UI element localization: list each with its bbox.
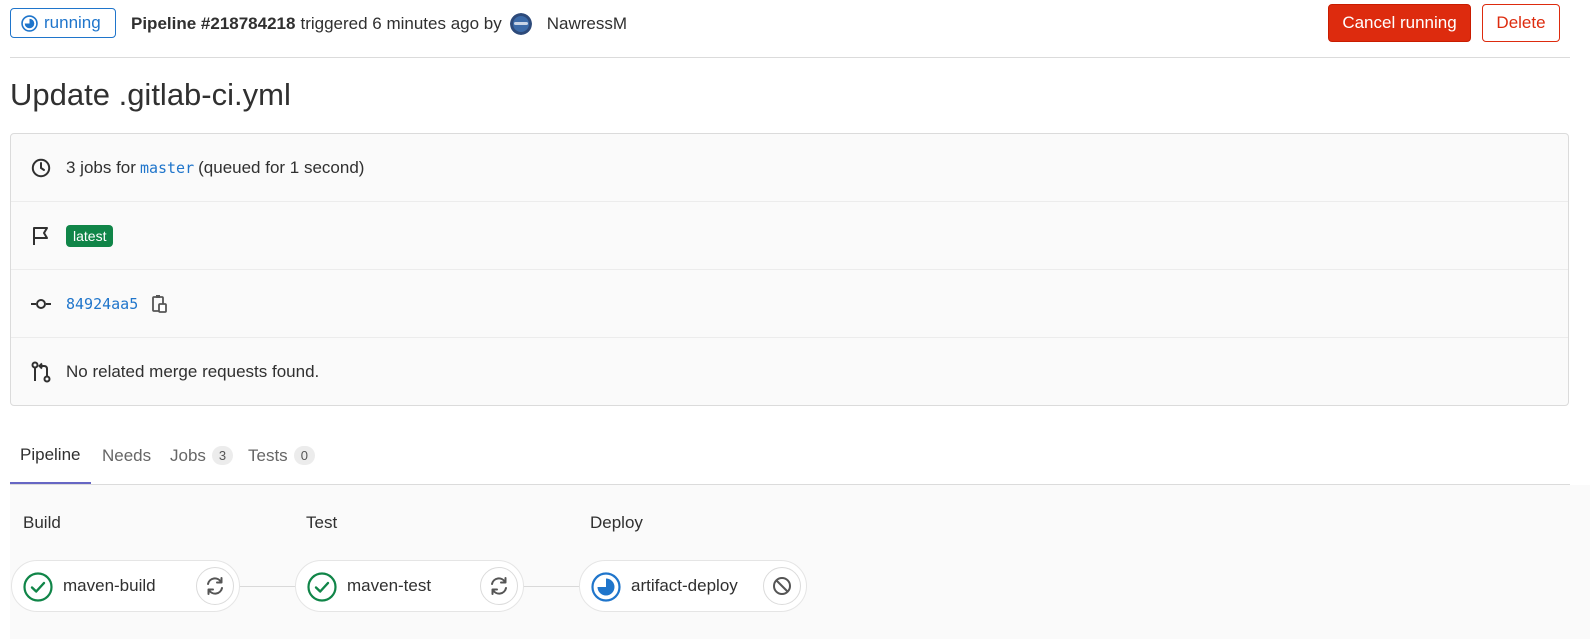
avatar[interactable] (509, 13, 532, 35)
cancel-job-button[interactable] (763, 567, 801, 605)
pipeline-tabs: Pipeline Needs Jobs 3 Tests 0 (10, 428, 1570, 485)
triggered-text: triggered 6 minutes ago by (300, 14, 502, 33)
job-name: maven-build (63, 576, 156, 595)
status-success-icon (23, 572, 53, 602)
job-maven-build[interactable]: maven-build (11, 560, 240, 612)
pipeline-graph: Build Test Deploy maven-build maven-test (10, 485, 1590, 639)
merge-requests-text: No related merge requests found. (66, 361, 320, 381)
stage-title-build: Build (23, 513, 61, 532)
tab-jobs[interactable]: Jobs 3 (170, 428, 234, 483)
merge-requests-row: No related merge requests found. (11, 338, 1568, 405)
jobs-count-badge: 3 (211, 446, 234, 465)
pipeline-header: running Pipeline #218784218 triggered 6 … (10, 0, 1570, 58)
delete-button[interactable]: Delete (1482, 4, 1560, 42)
cancel-icon (773, 577, 791, 595)
tab-pipeline[interactable]: Pipeline (10, 428, 91, 484)
tests-count-badge: 0 (293, 446, 315, 465)
job-name: artifact-deploy (631, 576, 738, 595)
commit-icon (30, 293, 52, 315)
retry-icon (491, 577, 507, 595)
stage-connector (239, 586, 295, 587)
running-icon (21, 14, 38, 32)
tags-row: latest (11, 202, 1568, 270)
tab-tests[interactable]: Tests 0 (248, 428, 315, 483)
latest-badge: latest (66, 224, 114, 247)
cancel-running-button[interactable]: Cancel running (1328, 4, 1471, 42)
retry-button[interactable] (480, 567, 518, 605)
stage-title-deploy: Deploy (590, 513, 643, 532)
pipeline-id: Pipeline #218784218 (131, 14, 296, 33)
status-label: running (44, 13, 101, 32)
status-badge[interactable]: running (10, 8, 116, 38)
pipeline-info-box: 3 jobs for master (queued for 1 second) … (10, 133, 1569, 406)
tab-tests-label: Tests (248, 445, 288, 465)
status-running-icon (591, 572, 621, 602)
stage-title-test: Test (306, 513, 338, 532)
status-success-icon (307, 572, 337, 602)
merge-request-icon (30, 361, 52, 383)
stage-connector (523, 586, 579, 587)
jobs-row: 3 jobs for master (queued for 1 second) (11, 134, 1568, 202)
flag-icon (30, 225, 52, 247)
job-name: maven-test (347, 576, 432, 595)
tab-jobs-label: Jobs (170, 445, 206, 465)
tab-pipeline-label: Pipeline (20, 445, 81, 464)
pipeline-info: Pipeline #218784218 triggered 6 minutes … (131, 13, 627, 35)
copy-icon[interactable] (152, 294, 168, 314)
author-link[interactable]: NawressM (547, 14, 627, 34)
page-title: Update .gitlab-ci.yml (10, 77, 291, 112)
queued-text: (queued for 1 second) (198, 157, 365, 177)
job-artifact-deploy[interactable]: artifact-deploy (579, 560, 807, 612)
clock-icon (30, 157, 52, 179)
jobs-count-text: 3 jobs for (66, 157, 136, 177)
retry-icon (207, 577, 223, 595)
tab-needs-label: Needs (102, 445, 152, 465)
job-maven-test[interactable]: maven-test (295, 560, 524, 612)
tab-needs[interactable]: Needs (102, 428, 151, 483)
retry-button[interactable] (196, 567, 234, 605)
commit-sha-link[interactable]: 84924aa5 (66, 295, 138, 313)
commit-row: 84924aa5 (11, 270, 1568, 338)
branch-link[interactable]: master (140, 159, 194, 177)
